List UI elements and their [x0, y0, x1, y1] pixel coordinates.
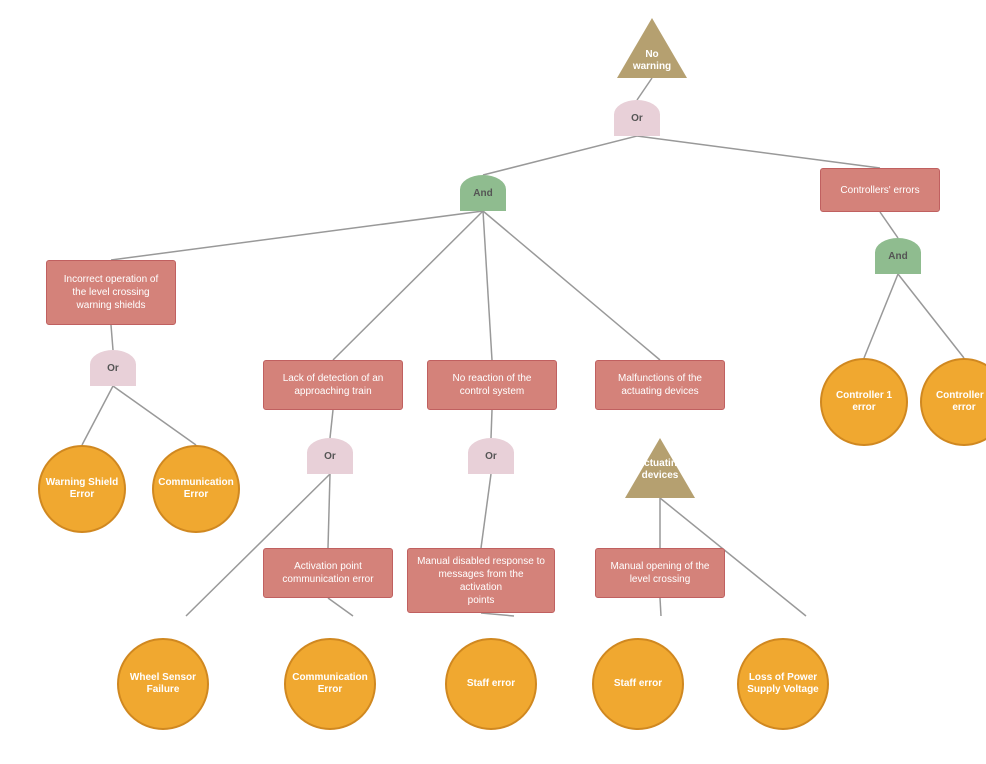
gate-or-lack: Or	[307, 438, 353, 474]
rect-controllers-errors: Controllers' errors	[820, 168, 940, 212]
rect-incorrect-operation: Incorrect operation ofthe level crossing…	[46, 260, 176, 325]
circle-power-supply-voltage: Loss of PowerSupply Voltage	[737, 638, 829, 730]
circle-communication-error-1: CommunicationError	[152, 445, 240, 533]
gate-or-top: Or	[614, 100, 660, 136]
rect-manual-disabled: Manual disabled response tomessages from…	[407, 548, 555, 613]
rect-manual-opening: Manual opening of thelevel crossing	[595, 548, 725, 598]
circle-controller2-error: Controller 2error	[920, 358, 986, 446]
rect-activation-point: Activation pointcommunication error	[263, 548, 393, 598]
circle-staff-error-1: Staff error	[445, 638, 537, 730]
circle-staff-error-2: Staff error	[592, 638, 684, 730]
gate-and-ctrl: And	[875, 238, 921, 274]
top-event-node: Nowarning	[617, 18, 687, 78]
rect-no-reaction: No reaction of thecontrol system	[427, 360, 557, 410]
fault-tree-diagram: Nowarning Or And Controllers' errors And…	[0, 0, 986, 764]
circle-communication-error-2: CommunicationError	[284, 638, 376, 730]
rect-malfunctions: Malfunctions of theactuating devices	[595, 360, 725, 410]
gate-or-incorrect: Or	[90, 350, 136, 386]
circle-controller1-error: Controller 1error	[820, 358, 908, 446]
gate-and-main: And	[460, 175, 506, 211]
rect-lack-detection: Lack of detection of anapproaching train	[263, 360, 403, 410]
circle-warning-shield-error: Warning ShieldError	[38, 445, 126, 533]
gate-or-noreact: Or	[468, 438, 514, 474]
circle-wheel-sensor-failure: Wheel SensorFailure	[117, 638, 209, 730]
tri-actuating-devices: Actuatingdevices	[625, 438, 695, 498]
